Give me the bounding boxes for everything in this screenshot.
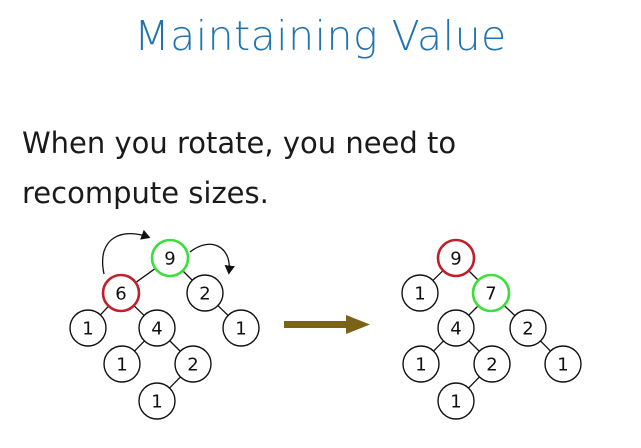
after-tree-node: 1 (401, 274, 439, 312)
before-tree-node-label: 2 (187, 355, 198, 376)
before-tree-edge (134, 340, 145, 352)
before-tree-node: 1 (69, 309, 107, 347)
after-tree-node: 2 (509, 309, 547, 347)
before-tree-node-label: 1 (116, 355, 127, 376)
before-tree-node: 6 (101, 273, 141, 313)
rotation-arc-left (101, 229, 151, 275)
before-tree-node: 2 (174, 345, 212, 383)
before-tree-edge (217, 305, 229, 316)
after-tree-edge (468, 340, 480, 352)
transition-arrow-shaft (284, 321, 348, 328)
after-tree-edge (503, 304, 516, 317)
before-tree-edge (182, 270, 193, 281)
before-tree-edge (169, 340, 181, 352)
after-tree-node-label: 7 (485, 284, 496, 305)
before-tree-node-label: 6 (115, 284, 126, 305)
after-tree-edge (468, 305, 479, 316)
after-tree-node: 7 (471, 273, 511, 313)
after-tree-node-label: 1 (450, 392, 461, 413)
before-tree-node: 1 (138, 382, 176, 420)
before-tree-node: 9 (150, 238, 190, 278)
before-tree-edge (135, 267, 156, 284)
before-tree-node: 4 (138, 309, 176, 347)
after-tree-node-label: 1 (415, 355, 426, 376)
after-tree-node: 1 (544, 345, 582, 383)
after-tree-node: 1 (402, 345, 440, 383)
after-tree-node: 2 (473, 345, 511, 383)
after-tree-edge (468, 270, 479, 281)
after-tree-node-label: 2 (522, 319, 533, 340)
rotation-arc-right (189, 243, 235, 275)
after-tree-node: 1 (437, 382, 475, 420)
before-tree-node: 1 (222, 309, 260, 347)
transition-arrow-head (346, 315, 370, 334)
before-tree-node-label: 1 (82, 319, 93, 340)
after-tree-edge (433, 340, 444, 352)
after-tree-node: 4 (437, 309, 475, 347)
after-tree-node: 9 (436, 238, 476, 278)
before-tree-node: 1 (103, 345, 141, 383)
after-tree-node-label: 1 (414, 284, 425, 305)
after-tree-node-label: 2 (486, 355, 497, 376)
before-tree-node-label: 1 (151, 392, 162, 413)
after-tree-node-label: 1 (557, 355, 568, 376)
before-tree-node-label: 4 (151, 319, 162, 340)
before-tree-node-label: 2 (199, 284, 210, 305)
before-tree-node-label: 9 (164, 249, 175, 270)
transition-arrow (284, 315, 370, 334)
after-tree-edge (468, 376, 480, 389)
before-tree-edge (99, 305, 110, 316)
after-tree-edge (432, 270, 444, 281)
after-tree-node-label: 9 (450, 249, 461, 270)
tree-rotation-diagram: 96 21 4 11 2191 74 21 2 11 (69, 229, 582, 420)
before-tree-node-label: 1 (235, 319, 246, 340)
before-tree-edge (133, 305, 145, 316)
after-tree-edge (540, 340, 551, 352)
before-tree-node: 2 (186, 274, 224, 312)
after-tree-node-label: 4 (450, 319, 461, 340)
before-tree-edge (169, 376, 181, 389)
tree-nodes: 96 21 4 11 2191 74 21 2 11 (69, 238, 582, 420)
